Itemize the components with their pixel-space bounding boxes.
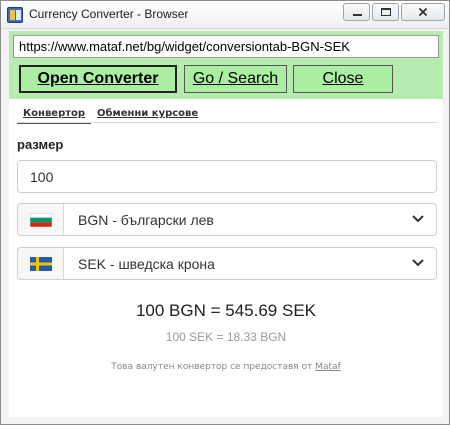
sweden-flag-icon (30, 257, 52, 271)
chevron-down-icon (412, 259, 424, 267)
app-icon (7, 7, 23, 23)
go-search-button[interactable]: Go / Search (184, 65, 287, 93)
tab-divider (17, 122, 437, 123)
close-window-button[interactable] (401, 3, 445, 21)
browser-toolbar: Open Converter Go / Search Close (9, 31, 443, 99)
converter-widget: Конвертор Обменни курсове размер BGN - б… (9, 99, 443, 417)
footer-text: Това валутен конвертор се предоставя от (111, 362, 313, 372)
window-controls (343, 3, 445, 21)
flag-cell (18, 204, 64, 235)
maximize-icon (381, 8, 391, 16)
close-icon (418, 7, 428, 17)
bulgaria-flag-icon (30, 213, 52, 227)
to-currency-select[interactable]: SEK - шведска крона (17, 247, 437, 280)
conversion-result: 100 BGN = 545.69 SEK (135, 301, 317, 320)
inverse-conversion-result: 100 SEK = 18.33 BGN (165, 330, 287, 344)
chevron-down-icon (412, 215, 424, 223)
title-bar[interactable]: Currency Converter - Browser (1, 1, 449, 29)
amount-label: размер (17, 137, 64, 152)
minimize-icon (353, 14, 362, 16)
browser-window: Currency Converter - Browser Open Conver… (0, 0, 450, 425)
amount-input[interactable] (17, 160, 437, 193)
mataf-link[interactable]: Mataf (315, 362, 341, 372)
open-converter-button[interactable]: Open Converter (19, 65, 177, 93)
from-currency-select[interactable]: BGN - български лев (17, 203, 437, 236)
close-button[interactable]: Close (293, 65, 393, 93)
window-title: Currency Converter - Browser (29, 7, 189, 21)
from-currency-label: BGN - български лев (78, 212, 214, 228)
to-currency-label: SEK - шведска крона (78, 256, 215, 272)
maximize-button[interactable] (372, 3, 399, 21)
minimize-button[interactable] (343, 3, 370, 21)
footer-credit: Това валутен конвертор се предоставя от … (9, 362, 443, 372)
url-input[interactable] (13, 35, 439, 58)
flag-cell (18, 248, 64, 279)
